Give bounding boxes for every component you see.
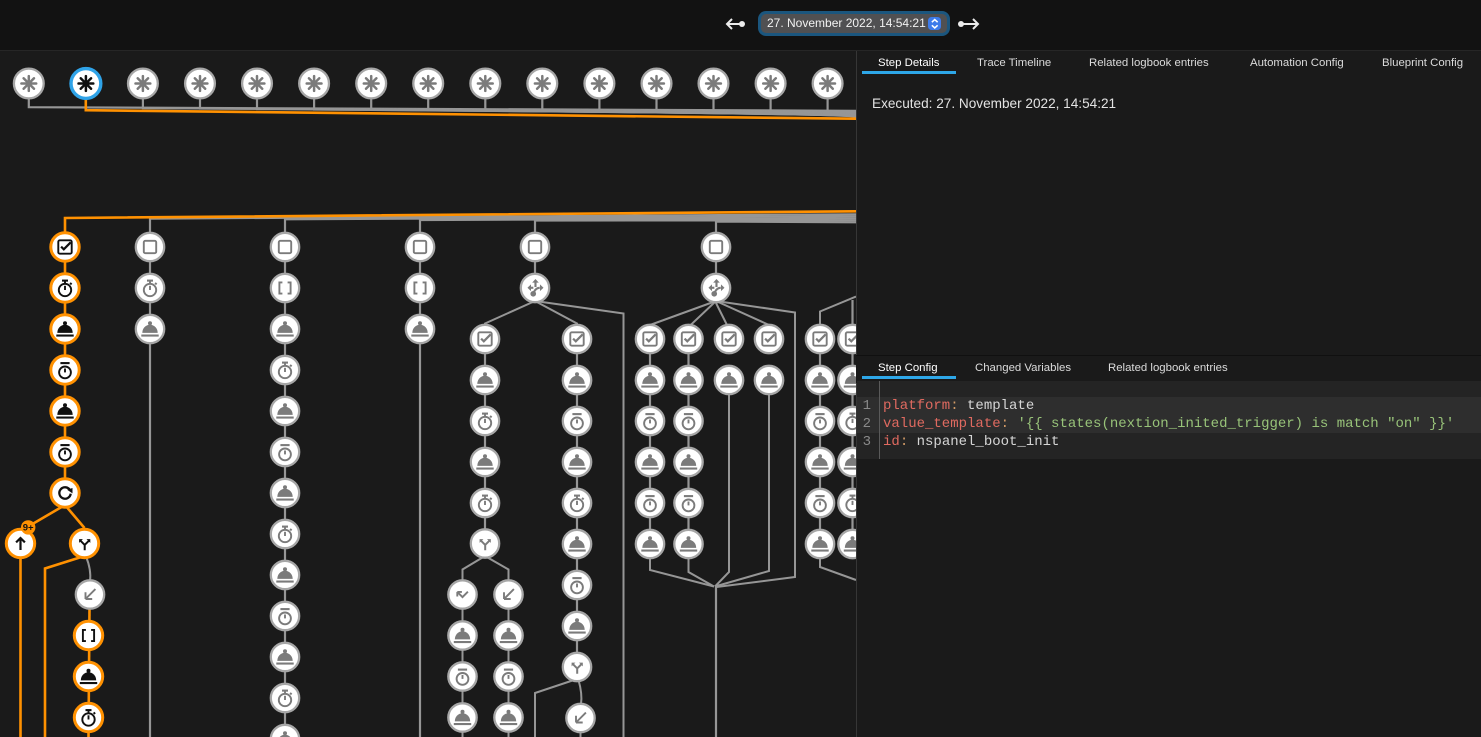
svg-text:9+: 9+ [23, 522, 34, 533]
